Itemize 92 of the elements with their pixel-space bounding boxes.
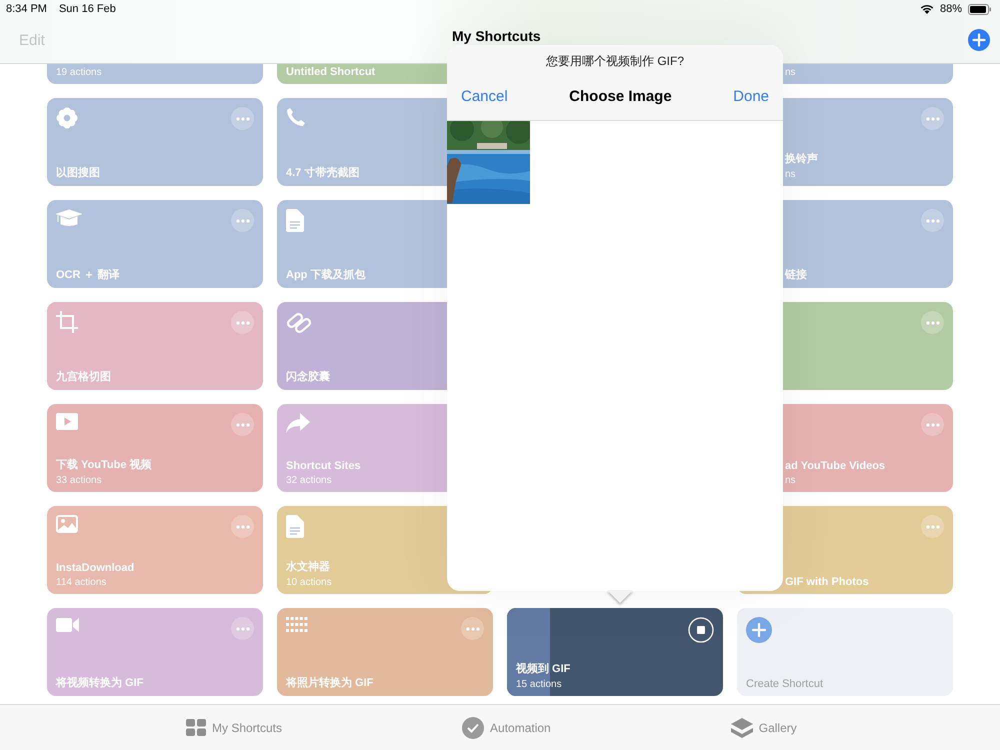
crop-icon xyxy=(56,311,78,333)
play-icon xyxy=(56,413,78,430)
more-button[interactable] xyxy=(231,311,254,334)
plus-icon xyxy=(746,617,772,643)
shortcut-title: Untitled Shortcut xyxy=(286,66,376,78)
flower-icon xyxy=(56,107,78,129)
ellipsis-icon xyxy=(236,116,250,120)
tab-bar-item[interactable]: Automation xyxy=(462,716,551,738)
more-button[interactable] xyxy=(921,209,944,232)
more-button[interactable] xyxy=(231,209,254,232)
shortcut-title: 链接 xyxy=(785,268,808,282)
shortcut-title: Shortcut Sites xyxy=(286,460,362,472)
shortcut-card[interactable]: 视频到 GIF 15 actions xyxy=(507,608,723,696)
shortcut-card[interactable]: 以图搜图 xyxy=(47,98,263,186)
more-button[interactable] xyxy=(921,413,944,436)
shortcut-title: OCR ＋ 翻译 xyxy=(56,268,121,282)
image-icon xyxy=(56,515,78,533)
shortcut-card[interactable]: 将视频转换为 GIF xyxy=(47,608,263,696)
tab-bar-item[interactable]: My Shortcuts xyxy=(186,719,282,736)
tab-bar-item[interactable]: Gallery xyxy=(730,718,797,738)
shortcut-card[interactable]: InstaDownload 114 actions xyxy=(47,506,263,594)
grid-icon xyxy=(186,719,206,736)
more-button[interactable] xyxy=(921,107,944,130)
ellipsis-icon xyxy=(926,218,940,222)
stop-button[interactable] xyxy=(688,617,714,643)
shortcut-title: 将照片转换为 GIF xyxy=(286,676,374,690)
shortcut-card[interactable]: 19 actions xyxy=(47,64,263,84)
shortcut-card[interactable]: Create Shortcut xyxy=(737,608,953,696)
action-count: 114 actions xyxy=(56,577,108,588)
shortcut-title: 换铃声 xyxy=(785,152,819,166)
shortcut-title: App 下载及抓包 xyxy=(286,268,366,282)
shortcut-title: 下载 YouTube 视频 xyxy=(56,458,153,472)
shortcut-title: Create Shortcut xyxy=(746,678,824,690)
ellipsis-icon xyxy=(236,320,250,324)
shortcut-card[interactable]: 下载 YouTube 视频 33 actions xyxy=(47,404,263,492)
ellipsis-icon xyxy=(466,626,480,630)
ellipsis-icon xyxy=(926,320,940,324)
action-count: 32 actions xyxy=(286,475,333,486)
more-button[interactable] xyxy=(231,413,254,436)
ellipsis-icon xyxy=(236,626,250,630)
document-icon xyxy=(286,209,304,232)
phone-icon xyxy=(286,107,306,127)
shortcut-title: InstaDownload xyxy=(56,562,136,574)
popover-arrow xyxy=(607,590,633,603)
action-count: ns xyxy=(785,67,797,78)
shortcut-card[interactable]: 将照片转换为 GIF xyxy=(277,608,493,696)
action-count: ns xyxy=(785,475,797,486)
checkmark-icon xyxy=(462,716,484,738)
document-icon xyxy=(286,515,304,538)
ellipsis-icon xyxy=(926,116,940,120)
more-button[interactable] xyxy=(231,107,254,130)
action-count: ns xyxy=(785,169,797,180)
shortcut-title: 将视频转换为 GIF xyxy=(56,676,144,690)
shortcut-title: 4.7 寸带壳截图 xyxy=(286,166,360,180)
add-icon[interactable] xyxy=(968,29,990,51)
more-button[interactable] xyxy=(921,515,944,538)
action-count: 19 actions xyxy=(56,67,103,78)
more-button[interactable] xyxy=(921,311,944,334)
status-time: 8:34 PM xyxy=(6,3,47,15)
grid-icon xyxy=(286,617,308,633)
ellipsis-icon xyxy=(236,524,250,528)
picker-title: Choose Image xyxy=(568,88,673,105)
prompt-text: 您要用哪个视频制作 GIF? xyxy=(546,53,684,70)
status-date: Sun 16 Feb xyxy=(58,3,116,15)
layers-icon xyxy=(730,718,753,738)
video-camera-icon xyxy=(56,617,80,633)
more-button[interactable] xyxy=(231,515,254,538)
page-title: My Shortcuts xyxy=(452,29,541,43)
shortcut-title: GIF with Photos xyxy=(785,576,870,588)
ellipsis-icon xyxy=(926,422,940,426)
action-count: 33 actions xyxy=(56,475,103,486)
action-count: 10 actions xyxy=(286,577,333,588)
graduation-cap-icon xyxy=(56,209,82,227)
action-count: 15 actions xyxy=(516,679,563,690)
shortcut-title: ad YouTube Videos xyxy=(785,460,886,472)
shortcut-title: 九宫格切图 xyxy=(56,370,112,384)
battery-icon xyxy=(968,4,992,14)
ellipsis-icon xyxy=(926,524,940,528)
shortcut-card[interactable]: 九宫格切图 xyxy=(47,302,263,390)
ellipsis-icon xyxy=(236,218,250,222)
shortcut-title: 闪念胶囊 xyxy=(286,370,331,384)
share-arrow-icon xyxy=(286,413,310,433)
shortcut-title: 以图搜图 xyxy=(56,166,101,180)
more-button[interactable] xyxy=(231,617,254,640)
shortcut-card[interactable]: OCR ＋ 翻译 xyxy=(47,200,263,288)
shortcut-title: 水文神器 xyxy=(286,560,331,574)
pills-icon xyxy=(286,311,312,335)
wifi-icon xyxy=(920,4,934,14)
battery-percent: 88% xyxy=(940,3,962,15)
more-button[interactable] xyxy=(461,617,484,640)
ellipsis-icon xyxy=(236,422,250,426)
shortcut-title: 视频到 GIF xyxy=(516,662,572,676)
